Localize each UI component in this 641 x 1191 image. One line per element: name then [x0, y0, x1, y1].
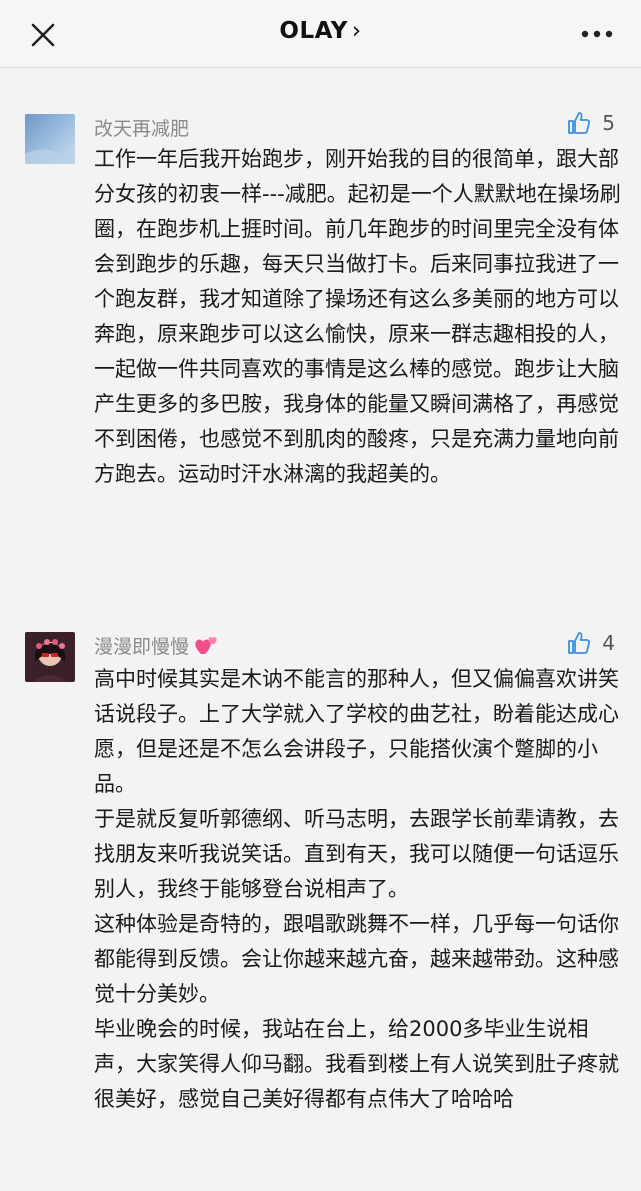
- comment-paragraph: 工作一年后我开始跑步，刚开始我的目的很简单，跟大部分女孩的初衷一样---减肥。起…: [94, 147, 621, 486]
- comment-paragraph: 这种体验是奇特的，跟唱歌跳舞不一样，几乎每一句话你都能得到反馈。会让你越来越亢奋…: [94, 912, 619, 1006]
- comment-paragraph: 毕业晚会的时候，我站在台上，给2000多毕业生说相声，大家笑得人仰马翻。我看到楼…: [94, 1017, 619, 1111]
- commenter-name-text: 漫漫即慢慢: [94, 636, 190, 658]
- top-bar: OLAY ›: [0, 0, 641, 68]
- comment-text: 高中时候其实是木讷不能言的那种人，但又偏偏喜欢讲笑话说段子。上了大学就入了学校的…: [94, 662, 624, 1117]
- like-count: 4: [602, 631, 615, 655]
- page-title[interactable]: OLAY ›: [0, 18, 641, 44]
- avatar[interactable]: [25, 632, 75, 682]
- title-text: OLAY: [279, 18, 348, 44]
- comment-paragraph: 高中时候其实是木讷不能言的那种人，但又偏偏喜欢讲笑话说段子。上了大学就入了学校的…: [94, 667, 619, 796]
- chevron-right-icon: ›: [351, 18, 362, 44]
- comment-text: 工作一年后我开始跑步，刚开始我的目的很简单，跟大部分女孩的初衷一样---减肥。起…: [94, 142, 624, 492]
- more-dots-icon[interactable]: [579, 22, 615, 46]
- like-button[interactable]: 5: [566, 110, 615, 136]
- commenter-name[interactable]: 改天再减肥: [94, 114, 189, 141]
- two-hearts-icon: [195, 637, 217, 654]
- avatar[interactable]: [25, 114, 75, 164]
- thumbs-up-icon: [568, 112, 591, 134]
- like-button[interactable]: 4: [566, 630, 615, 656]
- like-count: 5: [602, 111, 615, 135]
- commenter-name[interactable]: 漫漫即慢慢: [94, 632, 219, 659]
- thumbs-up-icon: [568, 632, 591, 654]
- comment-paragraph: 于是就反复听郭德纲、听马志明，去跟学长前辈请教，去找朋友来听我说笑话。直到有天，…: [94, 807, 619, 901]
